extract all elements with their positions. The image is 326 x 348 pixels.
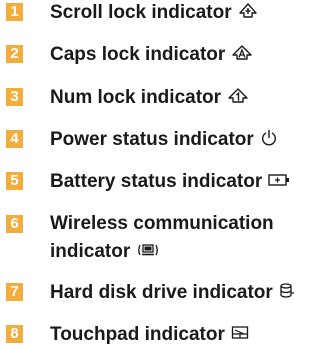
item-number-badge: 6 [6,215,23,233]
item-label-line1: Wireless communication [50,213,274,234]
item-number-badge: 7 [6,283,23,301]
item-label: Touchpad indicator [50,324,225,345]
item-number-badge: 5 [6,172,23,190]
battery-icon [268,173,290,187]
item-label: Hard disk drive indicator [50,282,273,303]
touchpad-icon [231,325,251,341]
num-lock-icon [227,88,249,104]
indicator-legend: 1 Scroll lock indicator 2 Caps lock indi… [0,0,326,345]
wireless-icon [136,242,160,258]
item-label: Caps lock indicator [50,44,226,65]
item-label-line2: indicator [50,241,131,262]
item-number-badge: 8 [6,325,23,343]
hard-disk-icon [279,282,295,300]
power-icon [260,129,278,147]
scroll-lock-icon [238,3,258,19]
item-label: Battery status indicator [50,171,263,192]
item-number-badge: 4 [6,130,23,148]
caps-lock-icon [231,45,253,61]
item-label: Power status indicator [50,129,254,150]
item-label: Scroll lock indicator [50,2,232,23]
item-number-badge: 2 [6,45,23,63]
item-label: Num lock indicator [50,87,222,108]
item-number-badge: 1 [6,3,23,21]
item-number-badge: 3 [6,88,23,106]
